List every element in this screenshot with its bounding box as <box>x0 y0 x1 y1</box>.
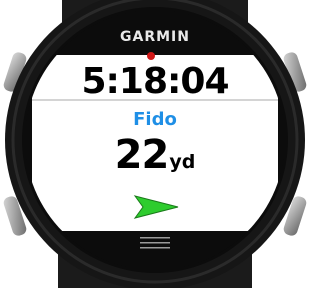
gps-indicator-dot <box>147 52 155 60</box>
brand-logo: GARMIN <box>120 29 190 45</box>
target-name: Fido <box>133 109 177 130</box>
distance-readout: 22yd <box>0 132 310 186</box>
distance-value: 22 <box>114 132 170 178</box>
elapsed-time: 5:18:04 <box>81 61 229 102</box>
distance-unit: yd <box>169 151 196 173</box>
